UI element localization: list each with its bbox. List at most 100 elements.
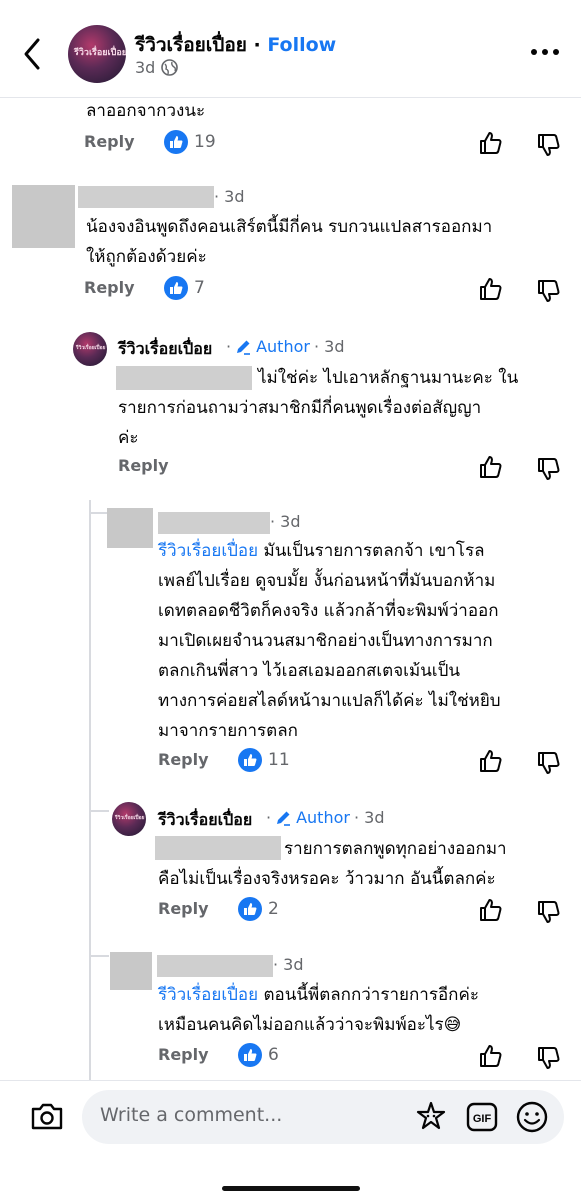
author-badge: · Author · 3d	[266, 808, 385, 827]
comment-line: เหมือนคนคิดไม่ออกแล้วว่าจะพิมพ์อะไร😅	[158, 1015, 462, 1035]
comment-time: · 3d	[273, 955, 304, 974]
comment-line: ไม่ใช่ค่ะ ไปเอาหลักฐานมานะคะ ใน	[258, 368, 519, 388]
commenter-name-redacted[interactable]	[78, 186, 214, 208]
thumbs-up-icon[interactable]	[478, 897, 504, 923]
page-avatar[interactable]: รีวิวเรื่อยเปื่อย	[68, 25, 126, 83]
author-badge: · Author · 3d	[226, 337, 345, 356]
post-header: รีวิวเรื่อยเปื่อย รีวิวเรื่อยเปื่อย · Fo…	[0, 0, 581, 98]
commenter-avatar-redacted[interactable]	[107, 508, 153, 548]
like-count[interactable]: 19	[164, 130, 216, 154]
comment-line: เพลย์ไปเรื่อย ดูจบมั้ย งั้นก่อนหน้าที่มั…	[158, 571, 496, 591]
like-badge-icon	[164, 130, 188, 154]
comment-line: มาจากรายการตลก	[158, 721, 298, 741]
thumbs-down-icon[interactable]	[536, 899, 562, 925]
thumbs-up-icon[interactable]	[478, 1043, 504, 1069]
post-meta: 3d	[135, 58, 179, 77]
thumbs-down-icon[interactable]	[536, 278, 562, 304]
back-chevron-icon[interactable]	[18, 36, 48, 72]
like-count[interactable]: 2	[238, 897, 279, 921]
page-name[interactable]: รีวิวเรื่อยเปื่อย	[135, 34, 247, 56]
comment-line: รีวิวเรื่อยเปื่อย ตอนนี้พี่ตลกกว่ารายการ…	[158, 985, 479, 1005]
reply-button[interactable]: Reply	[158, 1045, 209, 1064]
comment-text: รีวิวเรื่อยเปื่อย ตอนนี้พี่ตลกกว่ารายการ…	[158, 980, 568, 1040]
more-options-icon[interactable]	[529, 42, 561, 62]
mention-link[interactable]: รีวิวเรื่อยเปื่อย	[158, 985, 258, 1005]
comment-time: · 3d	[214, 187, 245, 206]
comment-text: ลาออกจากวงนะ	[86, 101, 206, 121]
thread-line	[89, 500, 91, 1080]
emoji-icon[interactable]	[515, 1100, 549, 1134]
comment-time: · 3d	[353, 808, 385, 827]
mention-link[interactable]: รีวิวเรื่อยเปื่อย	[158, 541, 258, 561]
commenter-avatar-redacted[interactable]	[110, 952, 152, 990]
separator: ·	[246, 34, 268, 56]
camera-icon[interactable]	[30, 1101, 64, 1131]
pencil-icon	[237, 340, 251, 355]
author-name[interactable]: รีวิวเรื่อยเปื่อย	[118, 337, 212, 362]
reply-button[interactable]: Reply	[84, 132, 135, 151]
author-label: Author	[296, 808, 350, 827]
comment-line: เดทตลอดชีวิตก็คงจริง แล้วกล้าที่จะพิมพ์ว…	[158, 601, 499, 621]
author-avatar[interactable]: รีวิวเรื่อยเปื่อย	[112, 802, 146, 836]
page-name-row: รีวิวเรื่อยเปื่อย · Follow	[135, 30, 336, 60]
commenter-name-redacted[interactable]	[158, 512, 270, 534]
like-count-number: 6	[268, 1045, 279, 1065]
thumbs-down-icon[interactable]	[536, 456, 562, 482]
gif-icon[interactable]: GIF	[465, 1100, 499, 1134]
thread-connector	[89, 810, 109, 812]
like-badge-icon	[238, 897, 262, 921]
author-name[interactable]: รีวิวเรื่อยเปื่อย	[158, 808, 252, 833]
thumbs-up-icon[interactable]	[478, 454, 504, 480]
commenter-avatar-redacted[interactable]	[12, 185, 75, 248]
globe-icon	[161, 59, 179, 76]
comment-text: น้องจงอินพูดถึงคอนเสิร์ตนี้มีกี่คน รบกวน…	[86, 212, 566, 272]
like-count[interactable]: 11	[238, 748, 290, 772]
comment-placeholder: Write a comment...	[100, 1104, 283, 1126]
comment-line: ให้ถูกต้องด้วยค่ะ	[86, 247, 207, 267]
comment-line: ทางการค่อยสไลด์หน้ามาแปลก็ได้ค่ะ ไม่ใช่ห…	[158, 691, 501, 711]
comment-line: รายการตลกพูดทุกอย่างออกมา	[284, 839, 507, 859]
like-count-number: 7	[194, 278, 205, 298]
comment-line: รีวิวเรื่อยเปื่อย มันเป็นรายการตลกจ้า เข…	[158, 541, 485, 561]
comment-line: รายการก่อนถามว่าสมาชิกมีกี่คนพูดเรื่องต่…	[118, 398, 482, 418]
thumbs-down-icon[interactable]	[536, 750, 562, 776]
comment-text: ไม่ใช่ค่ะ ไปเอาหลักฐานมานะคะ ใน รายการก่…	[118, 363, 568, 453]
like-count[interactable]: 6	[238, 1043, 279, 1067]
like-count-number: 2	[268, 899, 279, 919]
comment-line: ตลกเกินพี่สาว ไว้เอสเอมออกสเตจเม้นเป็น	[158, 661, 461, 681]
thumbs-up-icon[interactable]	[478, 130, 504, 156]
sticker-icon[interactable]	[414, 1100, 448, 1134]
avatar-logo-text: รีวิวเรื่อยเปื่อย	[76, 345, 106, 351]
comment-line: ค่ะ	[118, 428, 139, 448]
like-badge-icon	[164, 276, 188, 300]
comment-line: คือไม่เป็นเรื่องจริงหรอคะ ว้าวมาก อันนี้…	[158, 869, 496, 889]
thumbs-up-icon[interactable]	[478, 748, 504, 774]
comment-line: น้องจงอินพูดถึงคอนเสิร์ตนี้มีกี่คน รบกวน…	[86, 217, 493, 237]
thread-connector	[89, 512, 107, 514]
reply-button[interactable]: Reply	[118, 456, 169, 475]
pencil-icon	[277, 811, 291, 826]
svg-text:GIF: GIF	[473, 1113, 492, 1125]
thread-connector	[89, 955, 109, 957]
like-count-number: 19	[194, 132, 216, 152]
author-avatar[interactable]: รีวิวเรื่อยเปื่อย	[73, 332, 107, 366]
thumbs-down-icon[interactable]	[536, 1045, 562, 1071]
reply-button[interactable]: Reply	[84, 278, 135, 297]
commenter-name-redacted[interactable]	[157, 955, 273, 977]
follow-button[interactable]: Follow	[267, 34, 336, 56]
thumbs-up-icon[interactable]	[478, 276, 504, 302]
comment-text: รีวิวเรื่อยเปื่อย มันเป็นรายการตลกจ้า เข…	[158, 536, 568, 746]
post-time: 3d	[135, 58, 156, 77]
comment-text: รายการตลกพูดทุกอย่างออกมา คือไม่เป็นเรื่…	[158, 834, 568, 894]
like-badge-icon	[238, 1043, 262, 1067]
reply-button[interactable]: Reply	[158, 899, 209, 918]
avatar-logo-text: รีวิวเรื่อยเปื่อย	[74, 48, 126, 58]
comment-time: · 3d	[313, 337, 345, 356]
like-count[interactable]: 7	[164, 276, 205, 300]
like-badge-icon	[238, 748, 262, 772]
avatar-logo-text: รีวิวเรื่อยเปื่อย	[115, 815, 145, 821]
author-label: Author	[256, 337, 310, 356]
thumbs-down-icon[interactable]	[536, 132, 562, 158]
reply-button[interactable]: Reply	[158, 750, 209, 769]
comment-time: · 3d	[270, 512, 301, 531]
